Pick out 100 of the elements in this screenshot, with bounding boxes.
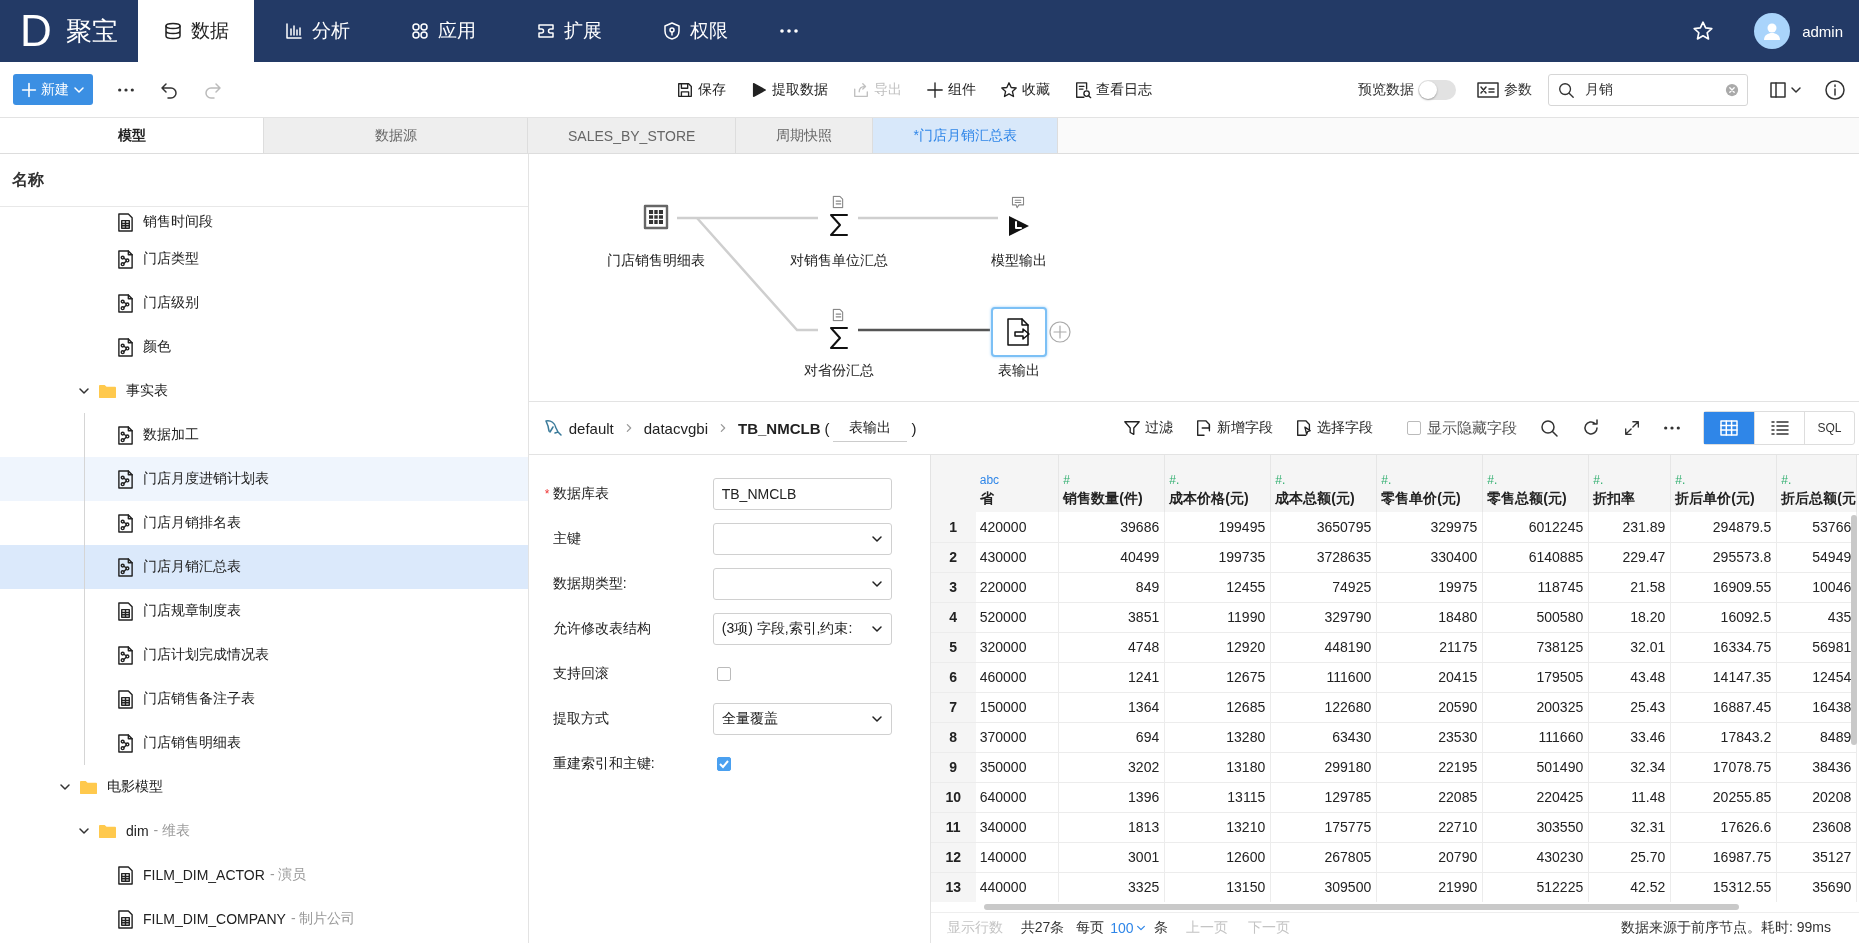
- data-tool-button[interactable]: 过滤: [1123, 419, 1173, 437]
- node-type-field[interactable]: 表输出: [833, 414, 908, 442]
- column-header[interactable]: #. 成本总额(元): [1270, 455, 1377, 512]
- list-view-icon: [1769, 419, 1790, 437]
- search-icon[interactable]: [1539, 418, 1559, 438]
- table-cell: 39686: [1058, 512, 1165, 542]
- tree-item[interactable]: 数据加工: [0, 413, 528, 457]
- nav-tab[interactable]: 分析: [254, 0, 380, 62]
- type-mark: abc: [979, 473, 1001, 487]
- document-tab[interactable]: 周期快照: [736, 118, 874, 153]
- tree-folder[interactable]: 电影模型: [0, 765, 528, 809]
- breadcrumb-link[interactable]: datacvgbi: [643, 419, 708, 437]
- table-cell: 16909.55: [1670, 572, 1777, 602]
- flow-node[interactable]: [990, 307, 1047, 357]
- data-tool-button[interactable]: 新增字段: [1195, 419, 1273, 437]
- save-icon: [676, 80, 694, 99]
- tree-item[interactable]: 门店销售备注子表: [0, 677, 528, 721]
- tree-folder[interactable]: 事实表: [0, 369, 528, 413]
- tree-item[interactable]: 门店月度进销计划表: [0, 457, 528, 501]
- table-cell: 35690: [1776, 872, 1857, 902]
- table-cell: 440000: [975, 872, 1059, 902]
- nav-tab[interactable]: 扩展: [506, 0, 632, 62]
- avatar[interactable]: [1754, 13, 1791, 49]
- nav-tab[interactable]: 权限: [632, 0, 758, 62]
- tree-item[interactable]: 颜色: [0, 325, 528, 369]
- column-header[interactable]: abc 省: [975, 455, 1059, 512]
- tree-item[interactable]: 销售时间段: [0, 207, 528, 237]
- tree-folder[interactable]: dim - 维表: [0, 809, 528, 853]
- view-toggle[interactable]: [1704, 412, 1754, 444]
- column-header[interactable]: #. 折扣率: [1588, 455, 1671, 512]
- column-header[interactable]: #. 折后单价(元): [1670, 455, 1777, 512]
- toolbar-button[interactable]: 查看日志: [1074, 80, 1152, 99]
- input-field[interactable]: TB_NMCLB: [712, 477, 892, 510]
- tree-item[interactable]: 门店级别: [0, 281, 528, 325]
- table-cell: 12455: [1164, 572, 1271, 602]
- column-header[interactable]: #. 成本价格(元): [1164, 455, 1271, 512]
- toolbar-button[interactable]: 组件: [926, 80, 976, 99]
- more-icon[interactable]: [778, 28, 800, 34]
- toolbar-button[interactable]: 收藏: [1000, 80, 1050, 99]
- info-icon[interactable]: [1824, 78, 1846, 101]
- table-cell: 179505: [1482, 662, 1589, 692]
- table-file-icon: [117, 212, 134, 232]
- tree-item[interactable]: 门店月销排名表: [0, 501, 528, 545]
- table-cell: 21990: [1376, 872, 1483, 902]
- show-hidden-checkbox[interactable]: 显示隐藏字段: [1407, 418, 1517, 438]
- page-size-select[interactable]: 100: [1110, 920, 1146, 936]
- folder-icon: [98, 382, 117, 400]
- nav-tab[interactable]: 应用: [380, 0, 506, 62]
- more-icon[interactable]: [117, 86, 135, 93]
- table-cell: 17626.6: [1670, 812, 1777, 842]
- select-field[interactable]: [712, 567, 892, 600]
- more-icon[interactable]: [1663, 425, 1681, 431]
- scrollbar[interactable]: [983, 904, 1739, 910]
- column-header[interactable]: # 销售数量(件): [1058, 455, 1165, 512]
- tree-item[interactable]: FILM_DIM_ACTOR - 演员: [0, 853, 528, 897]
- tree-item[interactable]: 门店规章制度表: [0, 589, 528, 633]
- table-cell: 303550: [1482, 812, 1589, 842]
- select-field[interactable]: [712, 522, 892, 555]
- toolbar-button[interactable]: 提取数据: [750, 80, 828, 99]
- logo-letter: D: [20, 9, 52, 53]
- export-file-icon: [1004, 317, 1033, 347]
- tree-item[interactable]: 门店计划完成情况表: [0, 633, 528, 677]
- checkbox[interactable]: [716, 756, 731, 771]
- layout-button[interactable]: [1768, 79, 1802, 100]
- table-cell: 738125: [1482, 632, 1589, 662]
- preview-switch[interactable]: [1418, 79, 1456, 100]
- folder-icon: [79, 778, 98, 796]
- field-label: 支持回滚: [552, 664, 609, 683]
- params-button[interactable]: 参数: [1476, 79, 1532, 100]
- select-field[interactable]: (3项) 字段,索引,约束:: [712, 612, 892, 645]
- plugin-icon: [536, 21, 556, 41]
- document-tab[interactable]: SALES_BY_STORE: [528, 118, 737, 153]
- tree-item[interactable]: 门店类型: [0, 237, 528, 281]
- scrollbar[interactable]: [1851, 515, 1857, 745]
- tree-item[interactable]: 门店销售明细表: [0, 721, 528, 765]
- breadcrumb-link[interactable]: default: [568, 419, 614, 437]
- panel-tab[interactable]: 数据源: [264, 118, 528, 153]
- refresh-icon[interactable]: [1581, 418, 1601, 438]
- panel-tab[interactable]: 模型: [0, 118, 264, 153]
- search-field[interactable]: 月销: [1548, 73, 1748, 106]
- data-tool-button[interactable]: 选择字段: [1295, 419, 1373, 437]
- four-circles-icon: [410, 21, 430, 41]
- nav-tab[interactable]: 数据: [138, 0, 254, 62]
- column-header[interactable]: #. 零售单价(元): [1376, 455, 1483, 512]
- checkbox[interactable]: [716, 666, 731, 681]
- expand-icon[interactable]: [1623, 419, 1641, 437]
- select-field[interactable]: 全量覆盖: [712, 702, 892, 735]
- column-header[interactable]: #. 折后总额(元: [1776, 455, 1857, 512]
- table-cell: 220425: [1482, 782, 1589, 812]
- table-cell: 17078.75: [1670, 752, 1777, 782]
- play-icon: [750, 80, 768, 99]
- required-mark: *: [544, 486, 551, 501]
- table-cell: 18.20: [1588, 602, 1671, 632]
- person-icon: [1762, 21, 1783, 41]
- toolbar-button[interactable]: 保存: [676, 80, 726, 99]
- column-header[interactable]: #. 零售总额(元): [1482, 455, 1589, 512]
- user-name[interactable]: admin: [1802, 22, 1843, 40]
- star-icon[interactable]: [1692, 20, 1715, 42]
- tree-item[interactable]: FILM_DIM_COMPANY - 制片公司: [0, 897, 528, 941]
- tree-item[interactable]: 门店月销汇总表: [0, 545, 528, 589]
